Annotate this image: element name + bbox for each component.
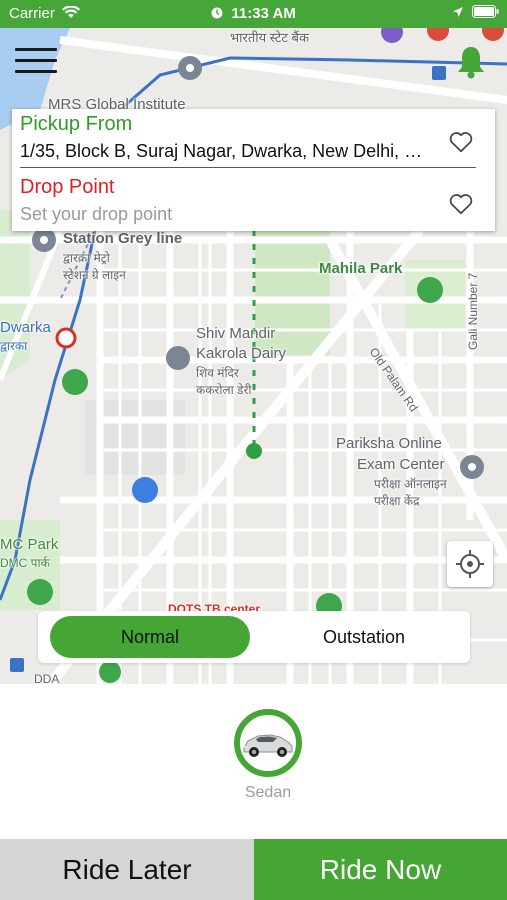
map-label-shiv-mandir-hindi-1: शिव मंदिर — [196, 366, 239, 380]
ride-now-button[interactable]: Ride Now — [254, 839, 507, 900]
address-card: Pickup From 1/35, Block B, Suraj Nagar, … — [12, 109, 495, 231]
map-label-gali-number: Gali Number 7 — [466, 272, 480, 350]
alarm-icon — [211, 7, 223, 19]
map-label-bank: भारतीय स्टेट बैंक — [230, 30, 309, 45]
pickup-address-field[interactable]: 1/35, Block B, Suraj Nagar, Dwarka, New … — [20, 141, 435, 162]
sedan-car-icon — [243, 734, 293, 757]
map-label-station-hindi-1: द्वारका मेट्रो — [63, 251, 110, 265]
menu-bar-top — [15, 48, 57, 51]
map-label-dwarka: Dwarka — [0, 319, 51, 336]
bell-icon[interactable] — [455, 45, 487, 79]
drop-point-input[interactable]: Set your drop point — [20, 204, 420, 225]
vehicle-label: Sedan — [244, 784, 292, 801]
menu-bar-bottom — [15, 70, 57, 73]
map-label-station: Station Grey line — [63, 230, 183, 247]
menu-bar-middle — [15, 59, 57, 62]
status-bar: Carrier 11:33 AM — [0, 0, 507, 28]
map-label-shiv-mandir-2: Kakrola Dairy — [196, 345, 287, 362]
pickup-favorite-heart-icon[interactable] — [448, 129, 474, 155]
status-right — [452, 5, 499, 18]
tab-normal[interactable]: Normal — [50, 616, 250, 658]
map-label-station-hindi-2: स्टेशन ग्रे लाइन — [63, 268, 126, 282]
card-divider — [20, 167, 476, 168]
menu-button[interactable] — [15, 48, 57, 80]
map-label-pariksha-hindi-1: परीक्षा ऑनलाइन — [374, 477, 447, 491]
trip-type-toggle: Normal Outstation — [38, 611, 470, 663]
battery-icon — [472, 5, 499, 18]
map-label-dwarka-hindi: द्वारका — [0, 339, 28, 353]
map-view[interactable]: भारतीय स्टेट बैंक MRS Global Institute S… — [0, 0, 507, 684]
map-label-mahila-park: Mahila Park — [319, 260, 403, 277]
map-label-pariksha-hindi-2: परीक्षा केंद्र — [374, 494, 420, 508]
vehicle-option-sedan[interactable]: Sedan — [230, 705, 306, 805]
map-label-shiv-mandir-hindi-2: ककरोला डेरी — [196, 383, 252, 397]
time-text: 11:33 AM — [231, 5, 296, 22]
map-label-dmc-park: MC Park — [0, 536, 59, 553]
location-arrow-icon — [453, 6, 463, 17]
drop-title: Drop Point — [20, 176, 115, 198]
map-label-shiv-mandir-1: Shiv Mandir — [196, 325, 276, 342]
map-label-pariksha-1: Pariksha Online — [336, 435, 442, 452]
map-label-dmc-park-hindi: DMC पार्क — [0, 556, 50, 570]
crosshair-icon — [456, 550, 484, 578]
map-label-pariksha-2: Exam Center — [357, 456, 445, 473]
clock: 11:33 AM — [0, 5, 507, 22]
tab-outstation[interactable]: Outstation — [262, 616, 466, 658]
ride-later-button[interactable]: Ride Later — [0, 839, 254, 900]
map-label-dda: DDA — [34, 672, 60, 684]
drop-favorite-heart-icon[interactable] — [448, 191, 474, 217]
pickup-title: Pickup From — [20, 113, 133, 135]
vehicle-image-frame — [234, 709, 302, 777]
current-location-button[interactable] — [447, 541, 493, 587]
